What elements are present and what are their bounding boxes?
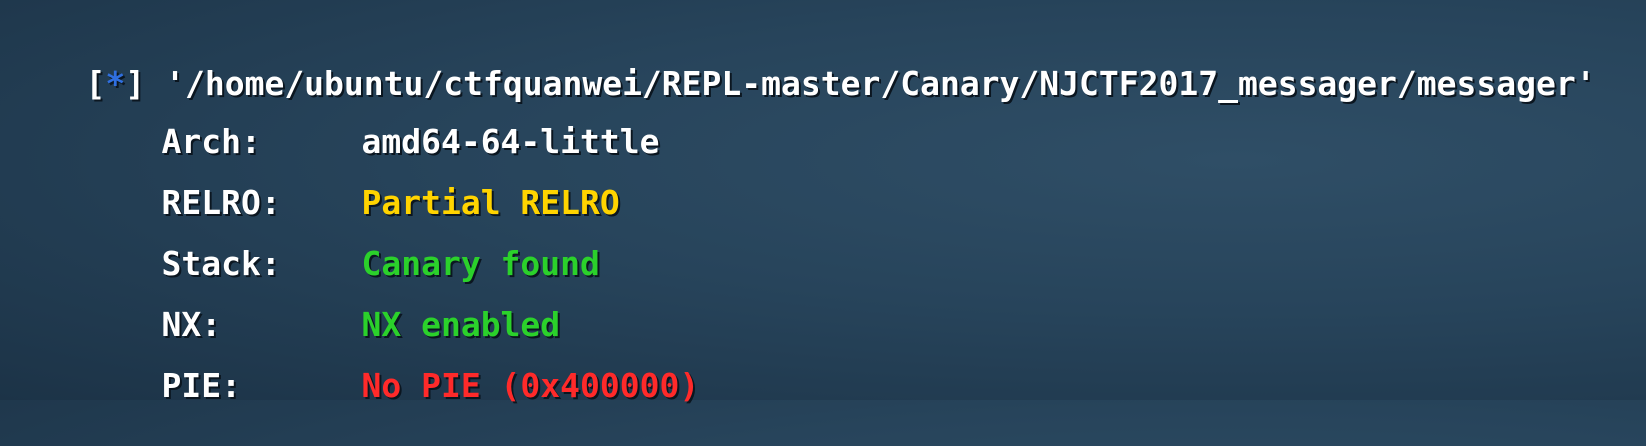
arch-row: Arch: amd64-64-little: [82, 82, 659, 161]
stack-row: Stack: Canary found: [82, 204, 599, 283]
pie-row: PIE: No PIE (0x400000): [82, 326, 699, 405]
pie-label: PIE:: [161, 366, 241, 405]
nx-row: NX: NX enabled: [82, 265, 560, 344]
pie-value: No PIE (0x400000): [361, 366, 700, 405]
checksec-header-line: [*] '/home/ubuntu/ctfquanwei/REPL-master/…: [6, 24, 1595, 103]
terminal-output: [*] '/home/ubuntu/ctfquanwei/REPL-master/…: [0, 0, 1646, 405]
relro-row: RELRO: Partial RELRO: [82, 143, 619, 222]
